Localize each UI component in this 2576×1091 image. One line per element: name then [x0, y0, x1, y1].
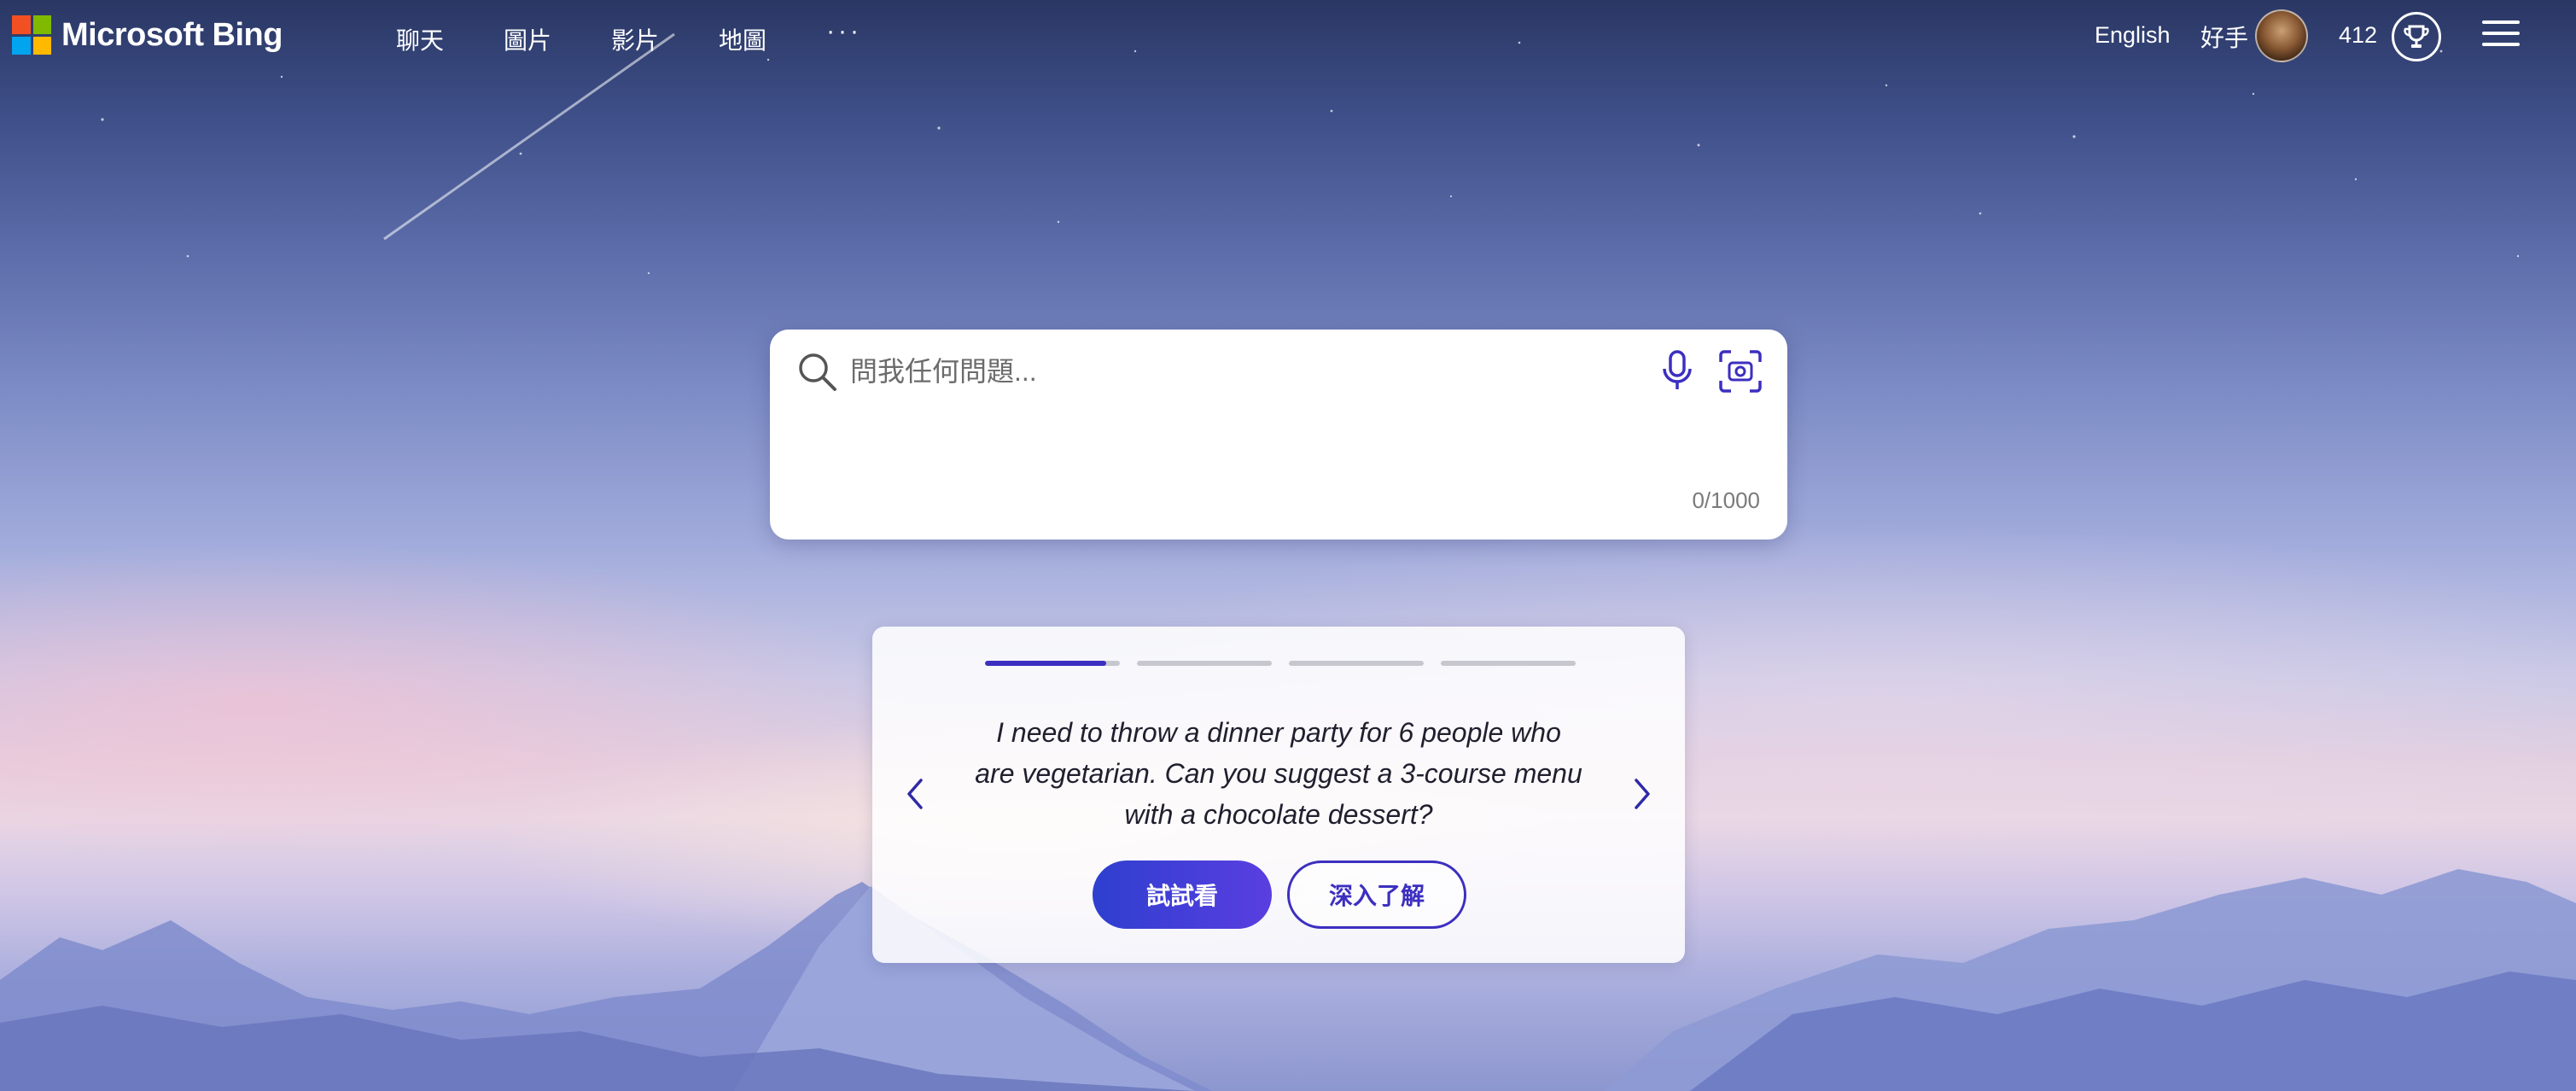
try-it-button[interactable]: 試試看 — [1093, 861, 1272, 929]
suggested-prompt-text: I need to throw a dinner party for 6 peo… — [975, 717, 1582, 830]
nav-item-maps[interactable]: 地圖 — [719, 22, 766, 56]
prompt-suggestion-card: I need to throw a dinner party for 6 peo… — [872, 627, 1685, 963]
logo-square-yellow — [32, 36, 51, 55]
progress-segment-4[interactable] — [1441, 661, 1576, 666]
character-counter: 0/1000 — [1692, 487, 1760, 513]
learn-more-button[interactable]: 深入了解 — [1287, 861, 1466, 929]
top-bar: Microsoft Bing 聊天 圖片 影片 地圖 ··· English 好… — [0, 0, 2576, 73]
bing-logo[interactable]: Microsoft Bing — [12, 15, 283, 55]
progress-segment-1[interactable] — [985, 661, 1120, 666]
visual-search-icon[interactable] — [1717, 348, 1763, 394]
chevron-right-icon[interactable] — [1622, 763, 1663, 825]
carousel-progress — [985, 661, 1576, 666]
brand-name: Microsoft Bing — [61, 16, 283, 53]
search-icon — [799, 353, 836, 391]
logo-square-red — [12, 15, 31, 34]
nav-item-videos[interactable]: 影片 — [611, 22, 659, 56]
nav-item-images[interactable]: 圖片 — [504, 22, 551, 56]
avatar[interactable] — [2255, 9, 2308, 62]
language-switch[interactable]: English — [2095, 22, 2171, 49]
progress-segment-3[interactable] — [1289, 661, 1424, 666]
search-input[interactable] — [850, 348, 1550, 394]
progress-fill — [985, 661, 1107, 666]
chevron-left-icon[interactable] — [895, 763, 935, 825]
nav-item-chat[interactable]: 聊天 — [396, 22, 444, 56]
logo-square-green — [32, 15, 51, 34]
user-name[interactable]: 好手 — [2200, 20, 2248, 54]
microphone-icon[interactable] — [1658, 348, 1697, 393]
more-menu-button[interactable]: ··· — [826, 17, 862, 51]
main-nav: 聊天 圖片 影片 地圖 ··· — [396, 17, 862, 56]
progress-segment-2[interactable] — [1137, 661, 1272, 666]
trophy-icon[interactable] — [2392, 12, 2441, 61]
logo-square-blue — [12, 36, 31, 55]
search-box: 0/1000 — [770, 330, 1787, 540]
microsoft-logo-icon — [12, 15, 51, 55]
hamburger-icon[interactable] — [2482, 20, 2520, 50]
rewards-points[interactable]: 412 — [2339, 22, 2377, 49]
